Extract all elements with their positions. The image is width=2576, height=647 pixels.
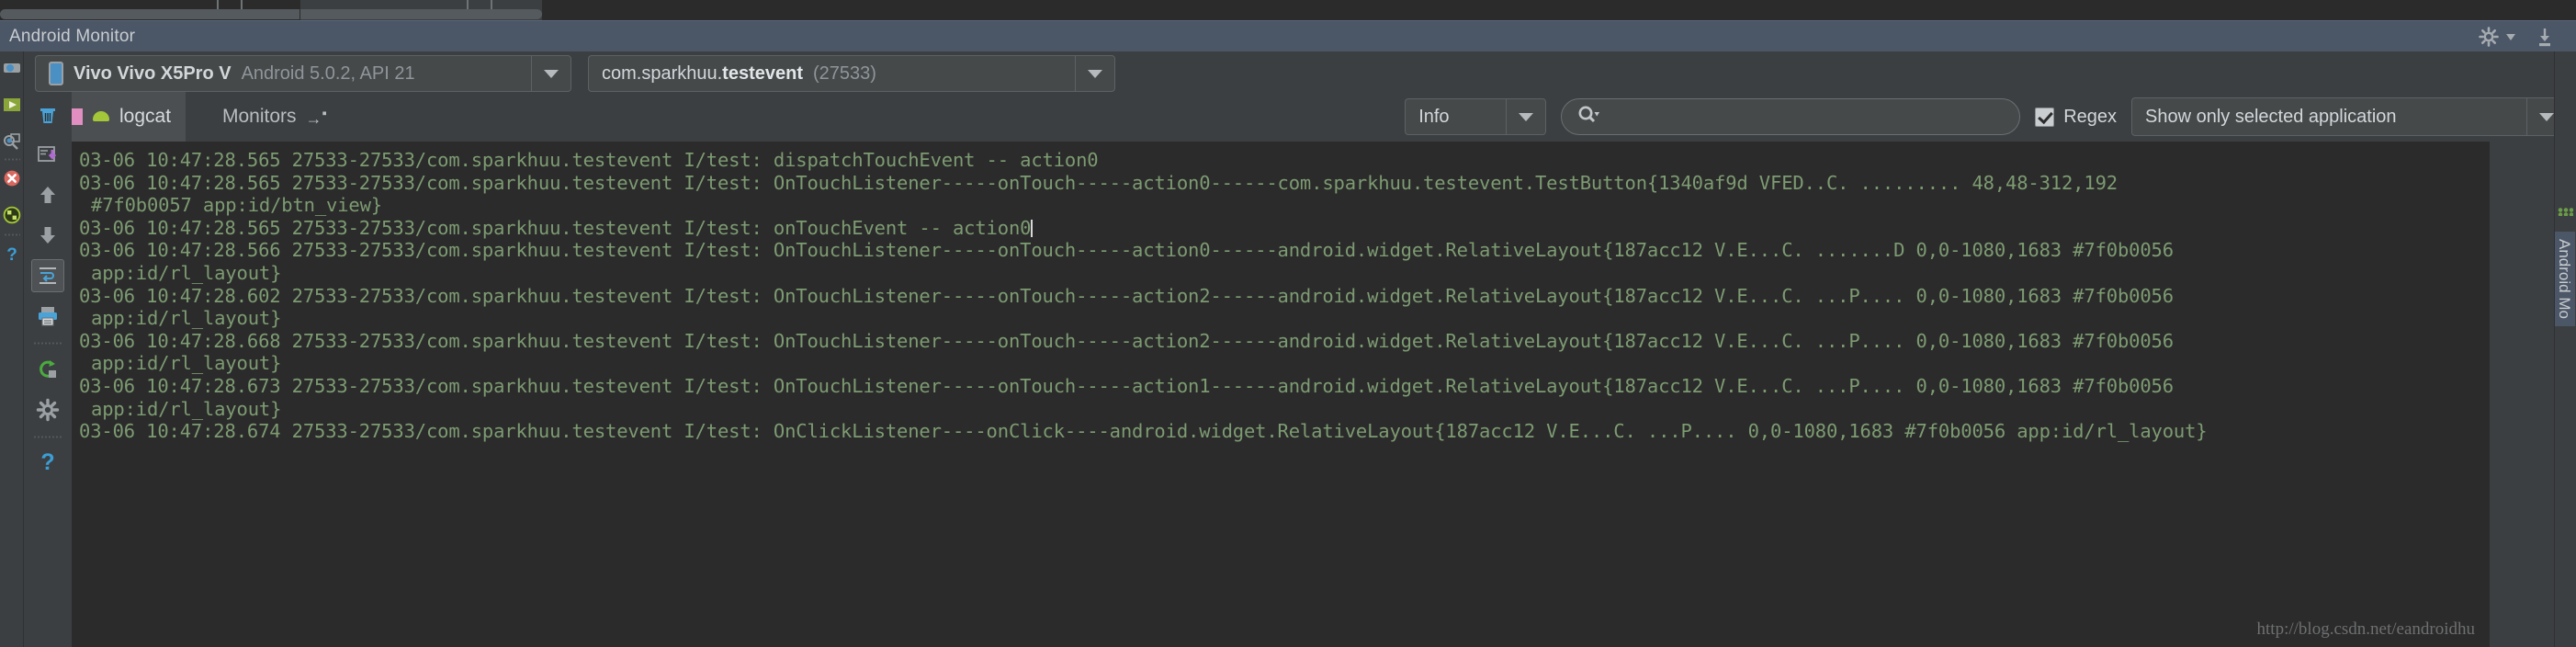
right-side-strip: Android Mo: [2554, 51, 2576, 647]
logcat-toolbar: ?: [24, 92, 72, 647]
scroll-to-end-button[interactable]: [31, 138, 64, 171]
log-line: 03-06 10:47:28.565 27533-27533/com.spark…: [79, 216, 1034, 239]
status-dots: [2558, 208, 2573, 216]
log-line: app:id/rl_layout}: [91, 307, 282, 330]
chevron-down-icon: [1088, 69, 1102, 78]
log-line-list: 03-06 10:47:28.565 27533-27533/com.spark…: [79, 149, 2490, 443]
logcat-tabs-row: logcat Monitors →▪ Info Regex Show only …: [24, 92, 2576, 142]
chevron-down-icon: [1519, 112, 1534, 121]
soft-wrap-button[interactable]: [31, 259, 64, 292]
svg-text:?: ?: [40, 449, 54, 473]
layout-inspector-icon[interactable]: [3, 132, 21, 151]
regex-toggle[interactable]: Regex: [2035, 107, 2117, 128]
help-button[interactable]: ?: [31, 445, 64, 478]
log-line: 03-06 10:47:28.673 27533-27533/com.spark…: [79, 374, 2174, 397]
log-line: 03-06 10:47:28.602 27533-27533/com.spark…: [79, 284, 2174, 307]
question-mark-icon[interactable]: ?: [3, 244, 21, 265]
gear-icon[interactable]: [2479, 26, 2499, 47]
scope-selector[interactable]: Show only selected application: [2131, 97, 2567, 136]
scope-value: Show only selected application: [2145, 106, 2397, 127]
log-level-value: Info: [1418, 106, 1450, 127]
logcat-filters: Info Regex Show only selected applicatio…: [1405, 97, 2567, 136]
tab-logcat-label: logcat: [119, 106, 172, 127]
search-input[interactable]: [1604, 106, 2005, 128]
log-level-dropdown-button[interactable]: [1506, 98, 1547, 135]
up-button[interactable]: [31, 178, 64, 211]
log-line: 03-06 10:47:28.565 27533-27533/com.spark…: [79, 149, 1099, 171]
regex-checkbox[interactable]: [2035, 107, 2055, 127]
device-info: Android 5.0.2, API 21: [241, 62, 415, 84]
tool-window-body: ? Vivo Vivo X5Pro V Android 5.0.2, API 2…: [0, 51, 2576, 647]
device-selector[interactable]: Vivo Vivo X5Pro V Android 5.0.2, API 21: [35, 55, 571, 92]
log-line: app:id/rl_layout}: [91, 261, 282, 284]
chevron-down-icon: [544, 69, 559, 78]
arrow-right-icon[interactable]: →▪: [306, 106, 327, 129]
editor-sliver: [0, 0, 2576, 20]
log-line: 03-06 10:47:28.674 27533-27533/com.spark…: [79, 420, 2208, 443]
log-line: 03-06 10:47:28.566 27533-27533/com.spark…: [79, 239, 2174, 262]
tab-monitors[interactable]: Monitors →▪: [208, 92, 342, 142]
chevron-down-icon[interactable]: [2504, 30, 2517, 43]
android-monitor-tab[interactable]: Android Mo: [2555, 232, 2575, 326]
settings-button[interactable]: [31, 393, 64, 426]
text-cursor: [1031, 219, 1034, 237]
process-pid: (27533): [812, 62, 876, 84]
minimize-icon[interactable]: [2534, 26, 2556, 48]
log-line: #7f0b0057 app:id/btn_view}: [91, 194, 382, 217]
log-level-selector[interactable]: Info: [1405, 98, 1547, 135]
chevron-down-icon: [2539, 112, 2554, 121]
editor-scrollbar[interactable]: [0, 9, 542, 19]
svg-text:?: ?: [6, 245, 17, 263]
android-monitor-window: Android Monitor ? Vivo Vivo X5Pro V Andr…: [0, 0, 2576, 647]
device-name: Vivo Vivo X5Pro V: [73, 62, 232, 84]
tool-window-header: Android Monitor: [0, 20, 2576, 51]
regex-label: Regex: [2063, 106, 2117, 127]
log-line: app:id/rl_layout}: [91, 397, 282, 420]
print-button[interactable]: [31, 300, 64, 333]
down-button[interactable]: [31, 219, 64, 252]
process-package: com.sparkhuu.testevent: [602, 62, 803, 84]
logcat-output[interactable]: 03-06 10:47:28.565 27533-27533/com.spark…: [72, 142, 2490, 647]
ide-side-toolbar: ?: [0, 51, 24, 647]
logcat-icon-accent: [71, 108, 83, 125]
clear-logcat-button[interactable]: [31, 97, 64, 131]
tab-monitors-label: Monitors: [222, 106, 297, 127]
page-title: Android Monitor: [9, 26, 136, 46]
phone-icon: [49, 62, 63, 85]
close-circle-icon[interactable]: [3, 169, 21, 187]
restart-button[interactable]: [31, 353, 64, 386]
search-box[interactable]: [1561, 98, 2021, 135]
log-line: 03-06 10:47:28.565 27533-27533/com.spark…: [79, 171, 2118, 194]
log-line: app:id/rl_layout}: [91, 352, 282, 375]
play-icon[interactable]: [3, 96, 21, 114]
process-dropdown-button[interactable]: [1075, 55, 1115, 92]
android-icon: [92, 108, 110, 125]
system-info-icon[interactable]: [3, 206, 21, 224]
process-selector[interactable]: com.sparkhuu.testevent (27533): [588, 55, 1115, 92]
log-line: 03-06 10:47:28.668 27533-27533/com.spark…: [79, 329, 2174, 352]
camera-icon[interactable]: [3, 59, 21, 77]
device-dropdown-button[interactable]: [531, 55, 571, 92]
search-icon: [1576, 104, 1600, 131]
watermark: http://blog.csdn.net/eandroidhu: [2256, 619, 2475, 639]
device-process-row: Vivo Vivo X5Pro V Android 5.0.2, API 21 …: [24, 55, 1115, 92]
